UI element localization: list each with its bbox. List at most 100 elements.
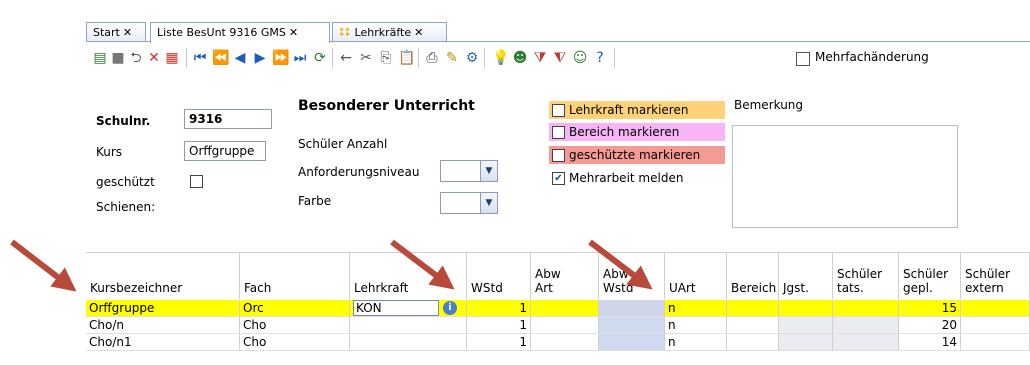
bemerkung-textarea[interactable]	[732, 125, 958, 228]
mark-lehrkraft-checkbox[interactable]	[552, 104, 565, 117]
filter-remove-icon[interactable]: ⧨	[552, 50, 568, 66]
cell-bereich[interactable]	[727, 300, 779, 317]
cell-lehrkraft-editor[interactable]: KON i	[350, 300, 467, 317]
first-record-icon[interactable]: ⏮	[192, 50, 208, 66]
cell-fach[interactable]: Orc	[240, 300, 350, 317]
mark-geschuetzte-checkbox[interactable]	[552, 149, 565, 162]
tab-liste-besunt[interactable]: Liste BesUnt 9316 GMS ✕	[150, 22, 330, 43]
refresh-icon[interactable]: ⟳	[312, 50, 328, 66]
close-icon[interactable]: ✕	[414, 26, 423, 39]
cell-schueler-extern[interactable]	[961, 317, 1030, 334]
cell-kurs[interactable]: Cho/n	[86, 317, 240, 334]
undo-icon[interactable]: ⮌	[128, 50, 144, 66]
cell-fach[interactable]: Cho	[240, 334, 350, 351]
chevron-down-icon[interactable]: ▼	[480, 193, 497, 213]
cell-schueler-gepl[interactable]: 20	[899, 317, 961, 334]
lehrkraft-input[interactable]: KON	[353, 300, 439, 316]
cell-kurs[interactable]: Orffgruppe	[86, 300, 240, 317]
cell-kurs[interactable]: Cho/n1	[86, 334, 240, 351]
cell-schueler-tats[interactable]	[833, 334, 899, 351]
cell-schueler-gepl[interactable]: 15	[899, 300, 961, 317]
mark-geschuetzte-option[interactable]: geschützte markieren	[549, 146, 725, 164]
back-arrow-icon[interactable]: ←	[338, 50, 354, 66]
kurs-field[interactable]: Orffgruppe	[184, 141, 266, 161]
cell-schueler-gepl[interactable]: 14	[899, 334, 961, 351]
col-header-fach[interactable]: Fach	[240, 253, 350, 299]
next-record-icon[interactable]: ▶	[252, 50, 268, 66]
settings-clock-icon[interactable]: ⚙	[464, 50, 480, 66]
cell-abw-art[interactable]	[531, 334, 599, 351]
mehrarbeit-option[interactable]: ✔ Mehrarbeit melden	[549, 169, 725, 187]
cell-fach[interactable]: Cho	[240, 317, 350, 334]
cell-schueler-extern[interactable]	[961, 334, 1030, 351]
new-icon[interactable]: ▤	[92, 50, 108, 66]
schulnr-field[interactable]: 9316	[184, 109, 272, 129]
help-icon[interactable]: ?	[592, 50, 608, 66]
farbe-select[interactable]: ▼	[440, 192, 498, 214]
col-header-abw-art[interactable]: Abw Art	[531, 253, 599, 299]
cell-schueler-tats[interactable]	[833, 317, 899, 334]
col-header-schueler-extern[interactable]: Schüler extern	[961, 253, 1030, 299]
users-icon[interactable]: ☻	[512, 50, 528, 66]
mark-bereich-option[interactable]: Bereich markieren	[549, 123, 725, 141]
delete-icon[interactable]: ✕	[146, 50, 162, 66]
cell-bereich[interactable]	[727, 334, 779, 351]
close-icon[interactable]: ✕	[289, 26, 298, 39]
chevron-down-icon[interactable]: ▼	[480, 161, 497, 181]
user-edit-icon[interactable]: ☺	[572, 50, 588, 66]
anforderungsniveau-select[interactable]: ▼	[440, 160, 498, 182]
col-header-schueler-tats[interactable]: Schüler tats.	[833, 253, 899, 299]
lightbulb-icon[interactable]: 💡	[492, 50, 509, 66]
col-header-abw-wstd[interactable]: Abw Wstd	[599, 253, 665, 299]
cell-abw-wstd[interactable]	[599, 317, 665, 334]
table-row[interactable]: Orffgruppe Orc KON i 1 n 15	[86, 300, 1030, 317]
prev-page-icon[interactable]: ⏪	[212, 50, 229, 66]
cell-lehrkraft[interactable]	[350, 317, 467, 334]
col-header-uart[interactable]: UArt	[665, 253, 727, 299]
cell-abw-art[interactable]	[531, 300, 599, 317]
mark-lehrkraft-option[interactable]: Lehrkraft markieren	[549, 101, 725, 119]
multi-edit-checkbox[interactable]	[796, 52, 810, 66]
geschuetzt-checkbox[interactable]	[190, 175, 203, 188]
close-icon[interactable]: ✕	[123, 26, 132, 39]
tab-start[interactable]: Start ✕	[86, 22, 146, 41]
next-page-icon[interactable]: ⏩	[272, 50, 289, 66]
cell-wstd[interactable]: 1	[467, 317, 531, 334]
col-header-schueler-gepl[interactable]: Schüler gepl.	[899, 253, 961, 299]
col-header-wstd[interactable]: WStd	[467, 253, 531, 299]
copy-icon[interactable]: ⎘	[378, 50, 394, 66]
cell-lehrkraft[interactable]	[350, 334, 467, 351]
cell-schueler-tats[interactable]	[833, 300, 899, 317]
cell-jgst[interactable]	[779, 300, 833, 317]
col-header-kursbezeichner[interactable]: Kursbezeichner	[86, 253, 240, 299]
cell-jgst[interactable]	[779, 334, 833, 351]
cell-abw-wstd[interactable]	[599, 334, 665, 351]
cell-abw-art[interactable]	[531, 317, 599, 334]
col-header-bereich[interactable]: Bereich	[727, 253, 779, 299]
paste-icon[interactable]: 📋	[398, 50, 415, 66]
tab-lehrkraefte[interactable]: ⁑⁑ Lehrkräfte ✕	[332, 22, 447, 41]
brush-icon[interactable]: ✎	[444, 50, 460, 66]
cell-abw-wstd[interactable]	[599, 300, 665, 317]
cell-jgst[interactable]	[779, 317, 833, 334]
table-row[interactable]: Cho/n1 Cho 1 n 14	[86, 334, 1030, 351]
info-icon[interactable]: i	[443, 301, 457, 315]
mehrarbeit-checkbox[interactable]: ✔	[552, 172, 565, 185]
table-edit-icon[interactable]: ▦	[164, 50, 180, 66]
cell-uart[interactable]: n	[665, 317, 727, 334]
prev-record-icon[interactable]: ◀	[232, 50, 248, 66]
print-icon[interactable]: ⎙	[424, 50, 440, 66]
cell-wstd[interactable]: 1	[467, 334, 531, 351]
save-icon[interactable]: ■	[110, 50, 126, 66]
filter-icon[interactable]: ⧩	[532, 50, 548, 66]
mark-bereich-checkbox[interactable]	[552, 126, 565, 139]
table-row[interactable]: Cho/n Cho 1 n 20	[86, 317, 1030, 334]
cell-schueler-extern[interactable]	[961, 300, 1030, 317]
cut-icon[interactable]: ✂	[358, 50, 374, 66]
cell-uart[interactable]: n	[665, 334, 727, 351]
cell-uart[interactable]: n	[665, 300, 727, 317]
col-header-jgst[interactable]: Jgst.	[779, 253, 833, 299]
col-header-lehrkraft[interactable]: Lehrkraft	[350, 253, 467, 299]
cell-bereich[interactable]	[727, 317, 779, 334]
last-record-icon[interactable]: ⏭	[292, 50, 308, 66]
